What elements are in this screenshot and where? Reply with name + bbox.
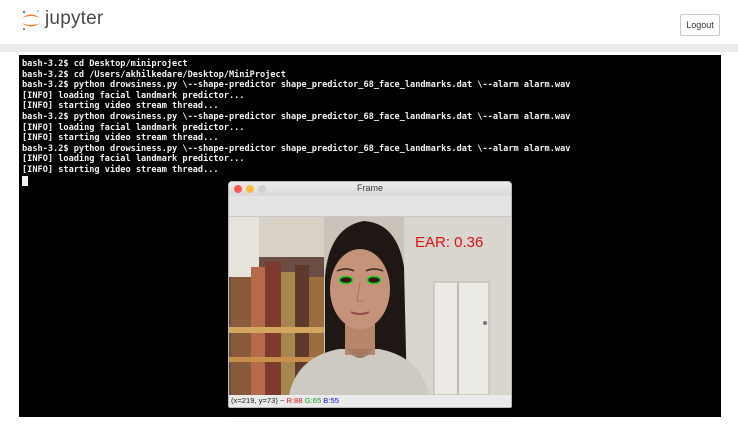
terminal-line: bash-3.2$ python drowsiness.py \--shape-… [22, 143, 571, 154]
terminal-line: [INFO] starting video stream thread... [22, 133, 219, 144]
terminal-line: [INFO] loading facial landmark predictor… [22, 122, 245, 133]
blue-value: B:55 [323, 396, 339, 405]
frame-title: Frame [356, 183, 383, 193]
terminal-line: bash-3.2$ cd Desktop/miniproject [22, 59, 188, 69]
frame-window[interactable]: Frame EAR: 0.36 (x=219, y=73) ~ R:88 G:6… [228, 181, 512, 408]
terminal-line: bash-3.2$ python drowsiness.py \--shape-… [22, 111, 571, 122]
red-value: R:88 [286, 396, 303, 405]
frame-titlebar[interactable]: Frame [229, 182, 511, 196]
header-divider [0, 44, 738, 52]
pixel-status-bar: (x=219, y=73) ~ R:88 G:65 B:55 [229, 395, 511, 407]
cursor-coords: (x=219, y=73) ~ [231, 396, 285, 405]
terminal-line: [INFO] loading facial landmark predictor… [22, 90, 245, 101]
terminal-cursor [22, 175, 28, 186]
terminal-line: [INFO] starting video stream thread... [22, 101, 219, 112]
header: jupyter Logout [0, 0, 738, 44]
terminal-line: bash-3.2$ cd /Users/akhilkedare/Desktop/… [22, 69, 286, 80]
logout-button[interactable]: Logout [680, 14, 720, 36]
terminal-output: bash-3.2$ cd Desktop/miniproject bash-3.… [22, 59, 570, 186]
frame-toolbar [229, 196, 511, 217]
webcam-image: EAR: 0.36 [229, 217, 511, 395]
green-value: G:65 [304, 396, 322, 405]
terminal-line: [INFO] loading facial landmark predictor… [22, 154, 245, 165]
brand-name: jupyter [45, 8, 104, 29]
terminal-line: bash-3.2$ python drowsiness.py \--shape-… [22, 80, 571, 91]
jupyter-logo-icon [22, 10, 40, 30]
ear-readout: EAR: 0.36 [415, 234, 483, 251]
terminal-line: [INFO] starting video stream thread... [22, 164, 219, 175]
